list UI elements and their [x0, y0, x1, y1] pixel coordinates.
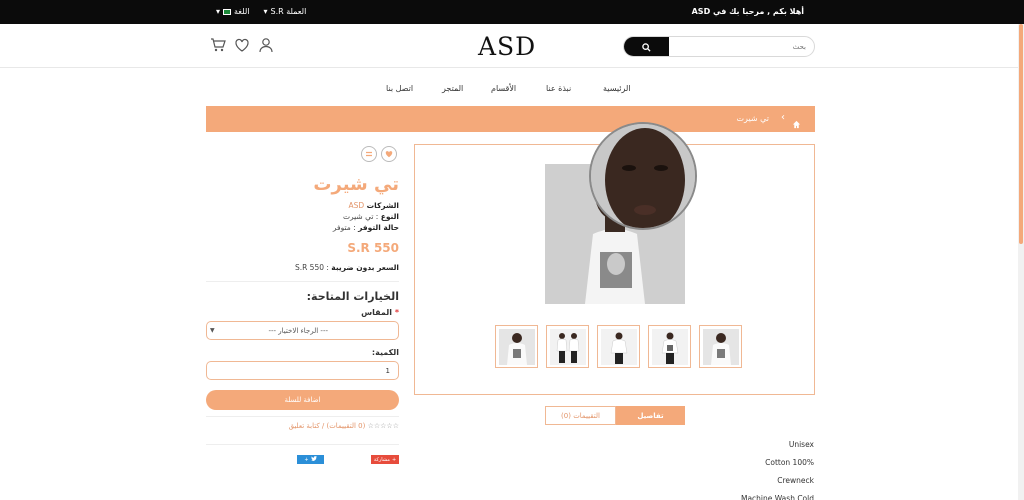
write-review-link[interactable]: كتابة تعليق — [289, 422, 320, 430]
wishlist-button[interactable] — [381, 146, 397, 162]
divider — [206, 416, 399, 417]
compare-icon — [366, 151, 372, 157]
product-thumbnail[interactable] — [597, 325, 640, 368]
nav-item-about[interactable]: نبذة عنا — [546, 84, 571, 93]
header: ASD — [0, 24, 1024, 68]
nav-item-contact[interactable]: اتصل بنا — [386, 84, 413, 93]
chevron-down-icon: ▼ — [210, 327, 215, 334]
product-title: تي شيرت — [313, 174, 399, 195]
nav-item-store[interactable]: المتجر — [442, 84, 463, 93]
product-specs: Unisex Cotton 100% Crewneck Machine Wash… — [741, 436, 814, 500]
language-label: اللغة — [234, 7, 250, 16]
language-dropdown[interactable]: ▾ اللغة — [216, 7, 249, 16]
page-scrollbar[interactable] — [1018, 24, 1024, 500]
availability-label: حالة التوفر — [358, 223, 399, 232]
spec-line: Machine Wash Cold — [740, 494, 814, 500]
price-ex-tax-line: السعر بدون ضريبة : S.R 550 — [294, 263, 399, 272]
type-line: النوع : تي شيرت — [342, 212, 399, 221]
welcome-text: أهلا بكم , مرحبا بك في ASD — [691, 7, 804, 16]
reviews-link[interactable]: (0 التقييمات) — [326, 422, 365, 430]
availability-value: متوفر — [332, 223, 351, 232]
brand-value[interactable]: ASD — [349, 201, 365, 210]
chevron-icon: › — [781, 112, 785, 123]
product-price: S.R 550 — [347, 241, 399, 255]
tab-reviews[interactable]: التقييمات (0) — [545, 406, 616, 425]
plus-icon: + — [391, 456, 397, 463]
search-button[interactable] — [624, 37, 669, 56]
tab-details[interactable]: تفاصيل — [616, 406, 685, 425]
price-ex-tax-value: S.R 550 — [294, 263, 324, 272]
add-to-cart-button[interactable]: اضافة للسلة — [206, 390, 399, 410]
flag-icon — [223, 8, 232, 15]
currency-dropdown[interactable]: ▾ S.R العملة — [263, 7, 306, 16]
availability-line: حالة التوفر : متوفر — [332, 223, 399, 232]
nav-item-home[interactable]: الرئيسية — [603, 84, 631, 93]
breadcrumb: › تي شيرت — [206, 106, 815, 132]
size-label: * المقاس — [361, 308, 399, 317]
product-thumbnail[interactable] — [699, 325, 742, 368]
divider — [206, 281, 399, 282]
options-title: الخيارات المتاحة: — [306, 290, 399, 303]
share-label: مشاركة — [373, 456, 390, 463]
chevron-down-icon: ▾ — [216, 7, 221, 16]
quantity-input[interactable]: 1 — [206, 361, 399, 380]
type-label: النوع — [380, 212, 399, 221]
twitter-icon — [310, 456, 317, 463]
required-mark: * — [394, 308, 399, 317]
product-thumbnail[interactable] — [546, 325, 589, 368]
spec-line: Cotton 100% — [765, 458, 814, 467]
price-ex-tax-label: السعر بدون ضريبة — [331, 263, 399, 272]
zoom-lens — [589, 122, 697, 230]
product-tabs: التقييمات (0) تفاصيل — [545, 406, 685, 425]
heart-icon[interactable] — [234, 37, 250, 53]
size-select-value: --- الرجاء الاختيار --- — [268, 327, 328, 335]
rating-row: ☆☆☆☆☆ (0 التقييمات) / كتابة تعليق — [288, 422, 399, 430]
breadcrumb-current[interactable]: تي شيرت — [737, 114, 770, 123]
user-icon[interactable] — [258, 37, 274, 53]
heart-icon — [385, 151, 393, 158]
top-bar: أهلا بكم , مرحبا بك في ASD ▾ اللغة ▾ S.R… — [0, 0, 1024, 24]
size-label-text: المقاس — [361, 308, 393, 317]
social-share-button[interactable]: + — [297, 455, 324, 464]
product-thumbnail[interactable] — [495, 325, 538, 368]
scrollbar-thumb[interactable] — [1019, 24, 1023, 244]
product-thumbnail[interactable] — [648, 325, 691, 368]
site-logo[interactable]: ASD — [478, 32, 536, 61]
plus-icon: + — [304, 456, 309, 463]
type-value: تي شيرت — [342, 212, 374, 221]
compare-button[interactable] — [361, 146, 377, 162]
currency-label: S.R العملة — [270, 7, 307, 16]
search-icon — [642, 43, 651, 52]
size-select[interactable]: --- الرجاء الاختيار --- ▼ — [206, 321, 399, 340]
quantity-value: 1 — [385, 367, 390, 375]
share-button[interactable]: + مشاركة — [371, 455, 399, 464]
thumbnail-strip — [495, 325, 742, 368]
brand-label: الشركات — [366, 201, 399, 210]
spec-line: Unisex — [788, 440, 814, 449]
star-rating-icon: ☆☆☆☆☆ — [367, 422, 399, 430]
nav-item-categories[interactable]: الأقسام — [491, 84, 516, 93]
quantity-label: الكمية: — [371, 348, 399, 357]
brand-line: الشركات ASD — [349, 201, 399, 210]
chevron-down-icon: ▾ — [263, 7, 268, 16]
home-icon[interactable] — [792, 114, 801, 133]
search-bar — [623, 36, 815, 57]
spec-line: Crewneck — [777, 476, 814, 485]
product-gallery — [414, 122, 815, 395]
divider — [206, 444, 399, 445]
search-input[interactable] — [670, 37, 814, 56]
cart-icon[interactable] — [210, 37, 226, 53]
